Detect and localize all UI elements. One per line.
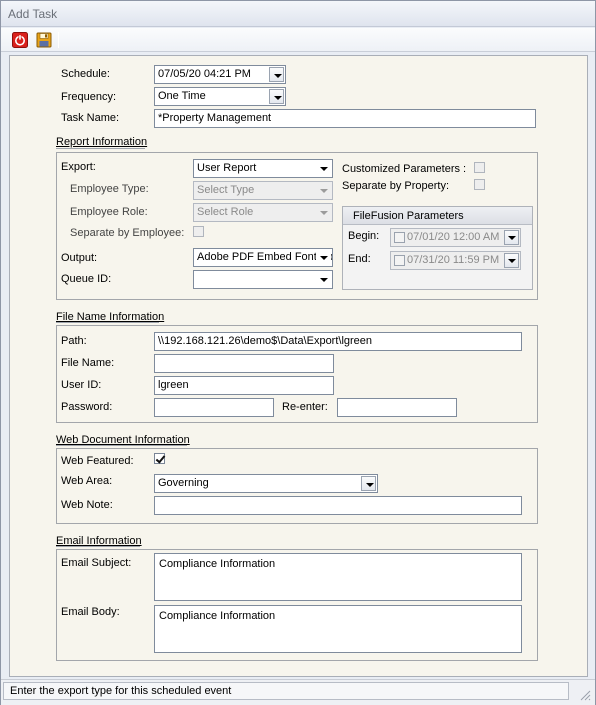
add-task-window: Add Task Schedule: 07/05/20 04:21 PM Fre [0, 0, 596, 705]
password-input[interactable] [154, 398, 274, 417]
password-label: Password: [61, 401, 113, 413]
chevron-down-icon[interactable] [316, 161, 331, 176]
begin-datetime-picker[interactable]: 07/01/20 12:00 AM [390, 228, 521, 247]
file-name-input[interactable] [154, 354, 334, 373]
web-area-select[interactable]: Governing [154, 474, 378, 493]
user-id-input[interactable]: lgreen [154, 376, 334, 395]
task-name-input[interactable]: *Property Management [154, 109, 536, 128]
separate-by-property-label: Separate by Property: [342, 180, 450, 192]
window-title: Add Task [1, 1, 595, 27]
power-close-icon[interactable] [12, 32, 28, 48]
chevron-down-icon[interactable] [316, 205, 331, 220]
path-input[interactable]: \\192.168.121.26\demo$\Data\Export\lgree… [154, 332, 522, 351]
begin-enable-checkbox[interactable] [394, 232, 405, 243]
task-name-label: Task Name: [61, 112, 120, 124]
chevron-down-icon[interactable] [504, 253, 519, 268]
employee-role-label: Employee Role: [70, 206, 148, 218]
output-label: Output: [61, 252, 98, 264]
employee-type-label: Employee Type: [70, 183, 149, 195]
schedule-value: 07/05/20 04:21 PM [158, 68, 251, 80]
toolbar-separator [58, 32, 59, 48]
web-area-value: Governing [158, 477, 209, 489]
export-label: Export: [61, 161, 96, 173]
separate-by-property-checkbox[interactable] [474, 179, 485, 190]
export-value: User Report [197, 162, 257, 174]
email-body-label: Email Body: [61, 606, 120, 618]
web-area-label: Web Area: [61, 475, 113, 487]
chevron-down-icon[interactable] [316, 250, 331, 265]
employee-type-select[interactable]: Select Type [193, 181, 333, 200]
chevron-down-icon[interactable] [504, 230, 519, 245]
schedule-picker[interactable]: 07/05/20 04:21 PM [154, 65, 286, 84]
schedule-label: Schedule: [61, 68, 110, 80]
section-rule [56, 148, 145, 149]
separate-by-employee-checkbox[interactable] [193, 226, 204, 237]
status-bar: Enter the export type for this scheduled… [1, 679, 595, 705]
employee-type-value: Select Type [197, 184, 255, 196]
filefusion-title: FileFusion Parameters [343, 207, 532, 225]
chevron-down-icon[interactable] [316, 183, 331, 198]
user-id-label: User ID: [61, 379, 102, 391]
web-note-input[interactable] [154, 496, 522, 515]
output-select[interactable]: Adobe PDF Embed Font|*.pdf [193, 248, 333, 267]
report-information-title: Report Information [56, 136, 148, 148]
section-rule [56, 445, 187, 446]
end-enable-checkbox[interactable] [394, 255, 405, 266]
frequency-value: One Time [158, 90, 206, 102]
end-value: 07/31/20 11:59 PM [407, 254, 500, 266]
floppy-save-icon[interactable] [36, 32, 52, 48]
customized-parameters-checkbox[interactable] [474, 162, 485, 173]
queue-id-label: Queue ID: [61, 273, 112, 285]
file-name-label: File Name: [61, 357, 115, 369]
resize-grip-icon[interactable] [579, 689, 591, 701]
reenter-label: Re-enter: [282, 401, 328, 413]
email-body-textarea[interactable]: Compliance Information [154, 605, 522, 653]
queue-id-select[interactable] [193, 270, 333, 289]
chevron-down-icon[interactable] [316, 272, 331, 287]
web-featured-checkbox[interactable] [154, 453, 165, 464]
chevron-down-icon[interactable] [269, 67, 284, 82]
section-rule [56, 546, 140, 547]
export-select[interactable]: User Report [193, 159, 333, 178]
reenter-input[interactable] [337, 398, 457, 417]
web-note-label: Web Note: [61, 499, 113, 511]
output-value: Adobe PDF Embed Font|*.pdf [197, 251, 332, 263]
chevron-down-icon[interactable] [361, 476, 376, 491]
email-subject-textarea[interactable]: Compliance Information [154, 553, 522, 601]
chevron-down-icon[interactable] [269, 89, 284, 104]
customized-parameters-label: Customized Parameters : [342, 163, 467, 175]
frequency-select[interactable]: One Time [154, 87, 286, 106]
begin-value: 07/01/20 12:00 AM [407, 231, 500, 243]
frequency-label: Frequency: [61, 91, 117, 103]
end-datetime-picker[interactable]: 07/31/20 11:59 PM [390, 251, 521, 270]
section-rule [56, 322, 159, 323]
separate-by-employee-label: Separate by Employee: [70, 227, 185, 239]
begin-label: Begin: [348, 230, 380, 242]
end-label: End: [348, 253, 371, 265]
path-label: Path: [61, 335, 87, 347]
status-text: Enter the export type for this scheduled… [3, 682, 569, 700]
email-subject-label: Email Subject: [61, 557, 132, 569]
employee-role-value: Select Role [197, 206, 254, 218]
employee-role-select[interactable]: Select Role [193, 203, 333, 222]
web-featured-label: Web Featured: [61, 455, 134, 467]
toolbar [1, 28, 595, 52]
